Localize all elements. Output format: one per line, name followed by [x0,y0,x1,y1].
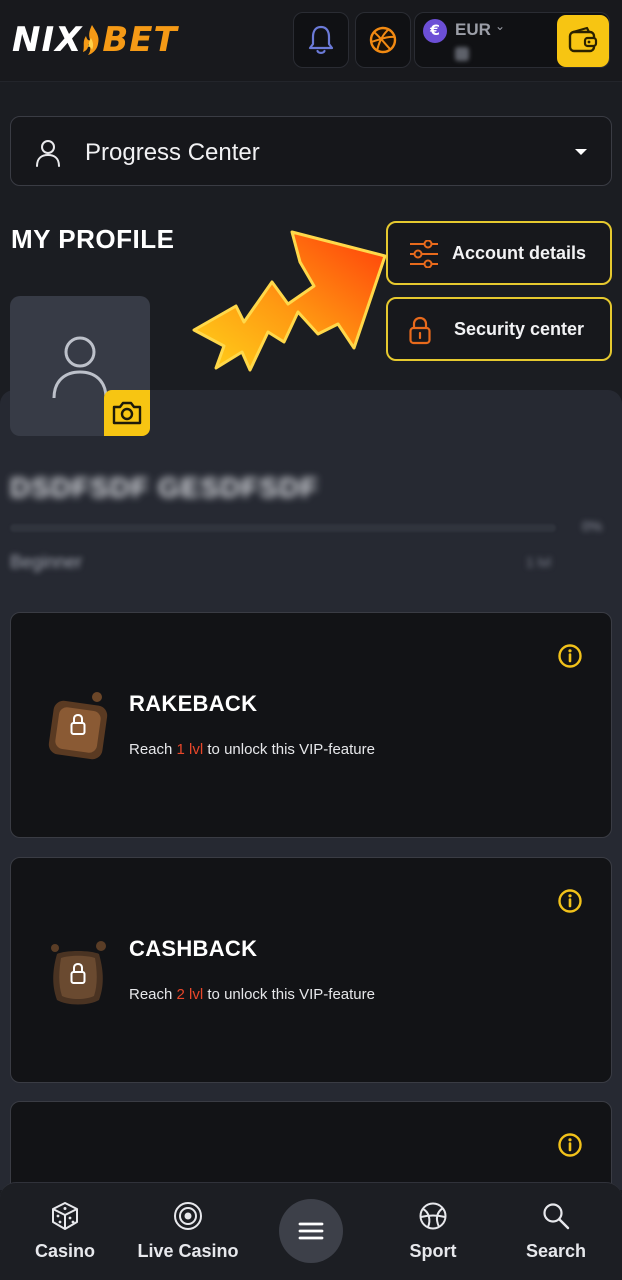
chevron-down-icon[interactable]: ⌄ [495,19,505,33]
vip-title: RAKEBACK [129,691,258,716]
nav-casino-label: Casino [34,1241,95,1261]
bottom-nav: Casino Live Casino Sport Search [0,1182,622,1280]
vip-description: Reach 1 lvl to unlock this VIP-feature [129,741,375,758]
vip-description: Reach 2 lvl to unlock this VIP-feature [129,986,375,1003]
account-details-button[interactable]: Account details [386,221,612,285]
locked-bag-icon [51,941,106,1005]
page-title: MY PROFILE [11,224,175,254]
camera-icon [112,401,142,425]
top-header: NIX BET € EUR ⌄ [0,0,622,82]
logo-text-bet: BET [102,20,178,60]
wallet-icon [568,26,598,53]
bell-icon [308,25,334,54]
level-progress-bar [10,524,556,532]
user-silhouette-icon [52,336,108,399]
currency-label[interactable]: EUR [455,20,491,40]
vip-card-rakeback[interactable]: RAKEBACK Reach 1 lvl to unlock this VIP-… [10,612,612,838]
vip-required-level: 2 lvl [176,986,204,1003]
account-details-label: Account details [452,243,587,263]
vip-card-cashback[interactable]: CASHBACK Reach 2 lvl to unlock this VIP-… [10,857,612,1083]
search-icon [543,1203,570,1230]
vip-desc-suffix: to unlock this VIP-feature [207,986,375,1003]
nav-sport[interactable]: Sport [378,1199,488,1269]
nav-live-casino[interactable]: Live Casino [133,1199,243,1269]
level-name: Beginner [10,552,83,572]
notifications-button[interactable] [293,12,349,68]
basketball-icon [369,26,397,54]
flame-icon [83,25,99,55]
wallet-button[interactable] [557,15,609,67]
bonus-button[interactable] [355,12,411,68]
page: NIX BET € EUR ⌄ Progress Center MY PROFI… [0,0,622,1280]
hamburger-icon [298,1222,324,1240]
menu-button[interactable] [279,1199,343,1263]
user-icon [36,140,60,167]
vip-desc-prefix: Reach [129,741,173,758]
security-center-button[interactable]: Security center [386,297,612,361]
nav-live-casino-label: Live Casino [137,1241,239,1261]
nav-search[interactable]: Search [501,1199,611,1269]
caret-down-icon [575,149,587,155]
security-center-label: Security center [454,319,585,339]
sliders-icon [410,240,438,268]
info-icon[interactable] [557,643,583,669]
ball-icon [419,1202,447,1230]
level-number: 1 lvl [526,554,551,570]
vip-desc-suffix: to unlock this VIP-feature [207,741,375,758]
lock-icon [409,316,431,345]
nixbet-logo[interactable]: NIX BET [12,18,178,62]
wallet-widget[interactable]: € EUR ⌄ [414,12,610,68]
info-icon[interactable] [557,1132,583,1158]
vip-required-level: 1 lvl [176,741,204,758]
vip-title: CASHBACK [129,936,258,961]
dice-icon [52,1202,78,1230]
upload-photo-button[interactable] [104,390,150,436]
section-selector[interactable]: Progress Center [10,116,612,186]
locked-chest-icon [48,692,108,760]
progress-percent: 0% [582,518,603,534]
arrow-pointer-icon [192,230,387,372]
vip-desc-prefix: Reach [129,986,173,1003]
logo-text-nix: NIX [12,20,83,60]
euro-icon: € [423,19,447,43]
balance-value [455,47,469,61]
nav-search-label: Search [525,1241,587,1261]
nav-sport-label: Sport [409,1241,457,1261]
roulette-chip-icon [174,1202,202,1230]
nav-casino[interactable]: Casino [10,1199,120,1269]
info-icon[interactable] [557,888,583,914]
selector-label: Progress Center [85,139,260,166]
user-name: DSDFSDF GESDFSDF [10,472,319,503]
